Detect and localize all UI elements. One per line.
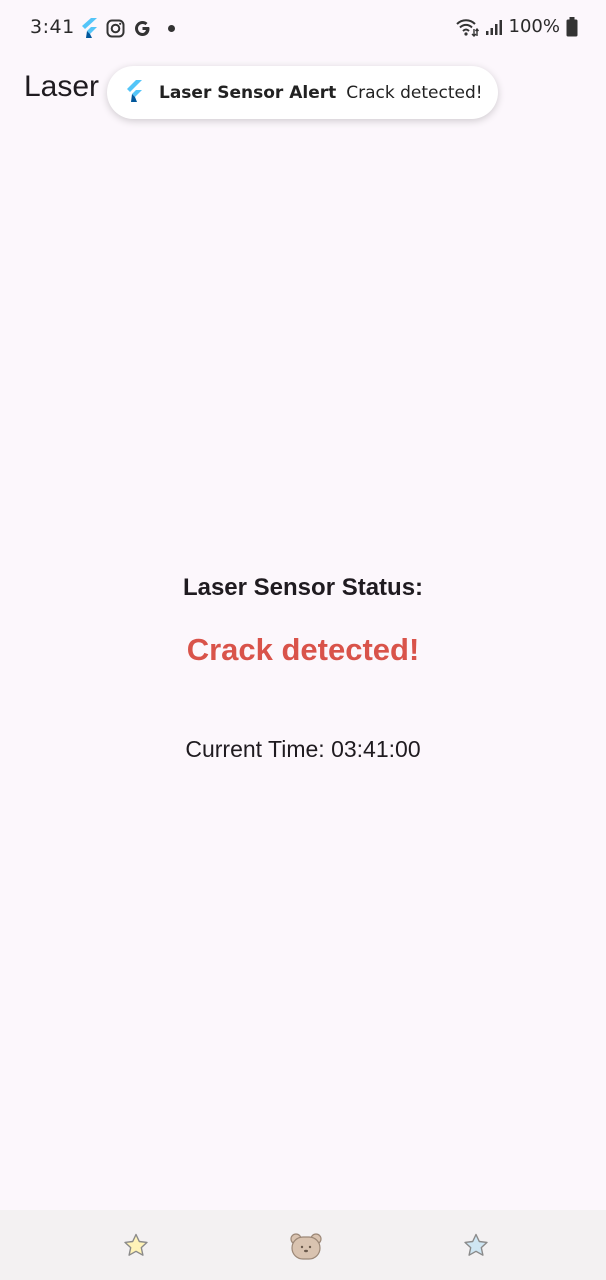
bear-icon[interactable] [288,1230,324,1262]
flutter-icon [80,18,98,38]
notification-toast[interactable]: Laser Sensor Alert Crack detected! [107,66,498,119]
bottom-nav [0,1210,606,1280]
status-bar: 3:41 100% [0,0,606,58]
notification-dot [168,24,175,32]
star-blue-icon[interactable] [460,1230,492,1262]
star-yellow-icon[interactable] [120,1230,152,1262]
google-icon [133,19,152,38]
signal-icon [485,18,503,36]
wifi-icon [455,17,479,37]
notification-body: Crack detected! [346,82,483,103]
status-time: 3:41 [30,16,75,38]
page-title: Laser [24,70,100,103]
battery-label: 100% [508,16,560,37]
status-left-icons [80,18,175,38]
battery-icon [566,16,578,37]
sensor-status-label: Laser Sensor Status: [182,574,424,601]
current-time: Current Time: 03:41:00 [185,736,421,762]
flutter-icon [125,79,143,106]
instagram-icon [106,19,125,38]
sensor-status-value: Crack detected! [186,632,420,667]
notification-title: Laser Sensor Alert [159,82,337,103]
status-right: 100% [455,16,578,37]
